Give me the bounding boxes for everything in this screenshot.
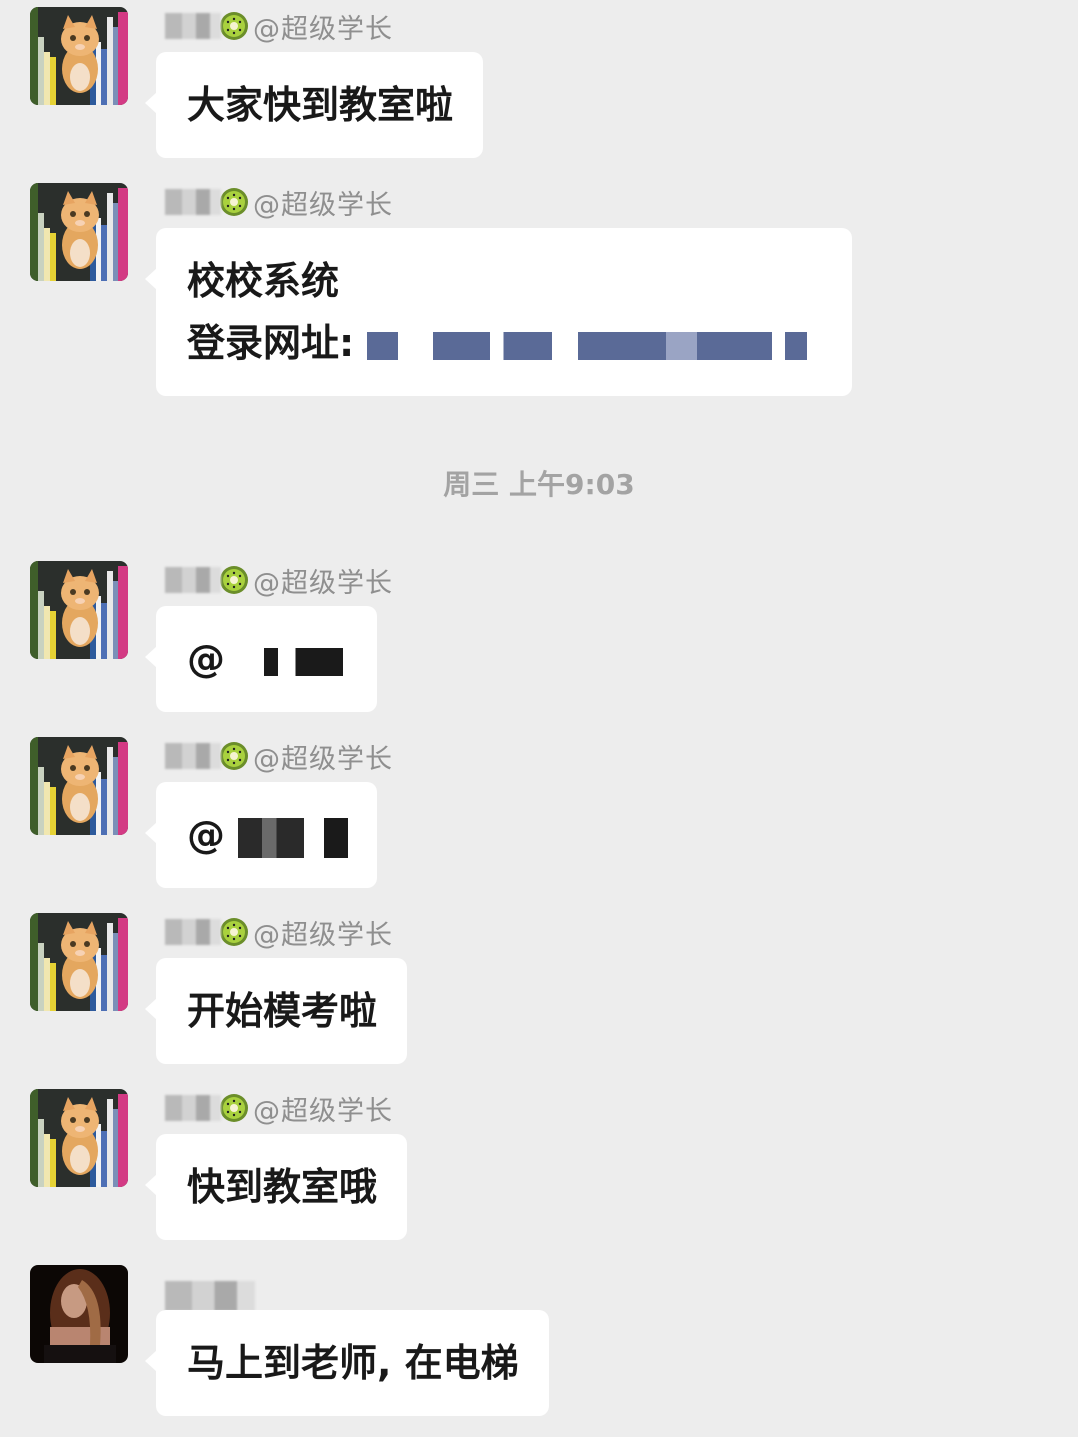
sender-name: @超级学长 (165, 1091, 393, 1127)
sender-tag: @超级学长 (253, 1095, 393, 1127)
message-bubble[interactable]: @ (145, 606, 377, 712)
time-separator: 周三 上午9:03 (443, 468, 635, 501)
chat-message: @超级学长 大家快到教室啦 (0, 7, 1078, 158)
message-bubble[interactable]: 快到教室哦 (144, 1134, 408, 1240)
redacted-name (165, 1095, 221, 1121)
sender-tag: @超级学长 (253, 189, 393, 221)
message-bubble[interactable]: 马上到老师, 在电梯 (145, 1310, 549, 1416)
message-text: 快到教室哦 (187, 1165, 378, 1209)
redacted-mention (238, 817, 349, 858)
sender-tag: @超级学长 (253, 13, 393, 45)
message-text: @ (187, 637, 225, 681)
sender-name: @超级学长 (165, 9, 393, 45)
kiwi-emoji-icon (219, 917, 249, 947)
cat-avatar[interactable] (30, 561, 128, 659)
cat-avatar[interactable] (30, 1089, 128, 1187)
chat-message: @超级学长 开始模考啦 (0, 913, 1078, 1064)
redacted-name (165, 13, 221, 39)
message-text: 登录网址: (187, 321, 355, 365)
message-text: 马上到老师, 在电梯 (187, 1341, 519, 1385)
cat-avatar[interactable] (30, 7, 128, 105)
message-text: @ (187, 813, 225, 857)
chat-message: @超级学长 @ (0, 737, 1078, 888)
chat-message: @超级学长 快到教室哦 (0, 1089, 1078, 1240)
message-bubble[interactable]: 校校系统 登录网址: (145, 228, 852, 396)
message-text: 大家快到教室啦 (187, 83, 454, 127)
chat-message: 马上到老师, 在电梯 (0, 1265, 1078, 1416)
chat-message: @超级学长 校校系统 登录网址: (0, 183, 1078, 398)
redacted-name (165, 919, 221, 945)
chat-message: @超级学长 @ (0, 561, 1078, 712)
sender-name: @超级学长 (165, 915, 393, 951)
redacted-mention (238, 647, 344, 676)
cat-avatar[interactable] (30, 183, 128, 281)
redacted-name (165, 1281, 255, 1311)
message-text-line: 登录网址: (187, 312, 822, 374)
kiwi-emoji-icon (219, 1093, 249, 1123)
kiwi-emoji-icon (219, 11, 249, 41)
cat-avatar[interactable] (30, 737, 128, 835)
sender-tag: @超级学长 (253, 743, 393, 775)
sender-name: @超级学长 (165, 563, 393, 599)
message-bubble[interactable]: 开始模考啦 (144, 958, 408, 1064)
kiwi-emoji-icon (219, 741, 249, 771)
sender-tag: @超级学长 (253, 567, 393, 599)
woman-avatar[interactable] (30, 1265, 128, 1363)
redacted-name (165, 189, 221, 215)
message-bubble[interactable]: 大家快到教室啦 (144, 52, 484, 158)
message-text: 开始模考啦 (187, 989, 378, 1033)
cat-avatar[interactable] (30, 913, 128, 1011)
sender-name: @超级学长 (165, 739, 393, 775)
sender-name (165, 1279, 257, 1313)
sender-name: @超级学长 (165, 185, 393, 221)
redacted-name (165, 743, 221, 769)
redacted-name (165, 567, 221, 593)
message-bubble[interactable]: @ (145, 782, 377, 888)
message-text: 校校系统 (187, 259, 340, 303)
redacted-link[interactable] (367, 331, 808, 360)
sender-tag: @超级学长 (253, 919, 393, 951)
kiwi-emoji-icon (219, 187, 249, 217)
kiwi-emoji-icon (219, 565, 249, 595)
